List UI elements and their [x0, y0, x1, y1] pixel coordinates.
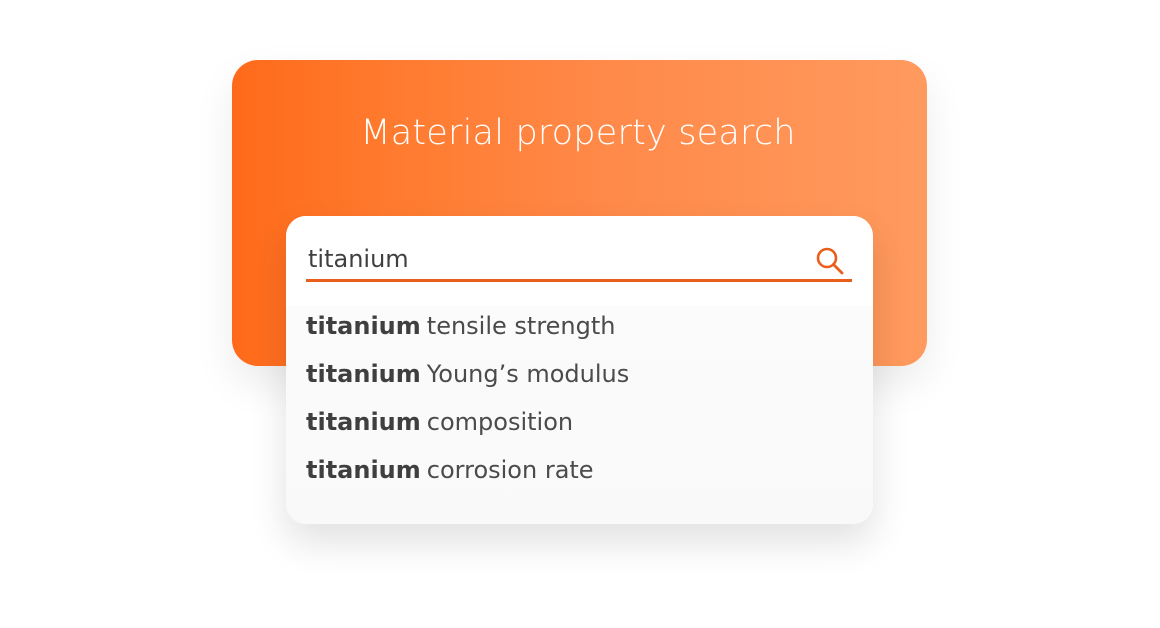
search-underline — [306, 279, 852, 282]
suggestion-suffix: corrosion rate — [426, 456, 594, 484]
suggestion-item-corrosion-rate[interactable]: titanium corrosion rate — [306, 450, 846, 490]
suggestion-suffix: Young’s modulus — [426, 360, 630, 388]
page-title: Material property search — [0, 113, 1160, 153]
search-bar — [286, 216, 873, 306]
search-input[interactable] — [308, 242, 788, 276]
suggestions-list: titanium tensile strength titanium Young’s… — [286, 306, 873, 524]
suggestion-prefix: titanium — [306, 456, 421, 484]
suggestion-prefix: titanium — [306, 408, 421, 436]
search-panel: titaniumtensile strength titaniumYoung’s… — [286, 216, 873, 524]
page-title-text: Material property search — [360, 113, 796, 153]
search-icon[interactable] — [814, 245, 846, 277]
suggestion-suffix: composition — [426, 408, 574, 436]
suggestion-prefix: titanium — [306, 312, 421, 340]
suggestion-suffix: tensile strength — [426, 312, 616, 340]
suggestion-prefix: titanium — [306, 360, 421, 388]
suggestion-item-youngs-modulus[interactable]: titanium Young’s modulus — [306, 354, 846, 394]
suggestion-item-composition[interactable]: titanium composition — [306, 402, 846, 442]
suggestion-item-tensile-strength[interactable]: titanium tensile strength — [306, 306, 846, 346]
